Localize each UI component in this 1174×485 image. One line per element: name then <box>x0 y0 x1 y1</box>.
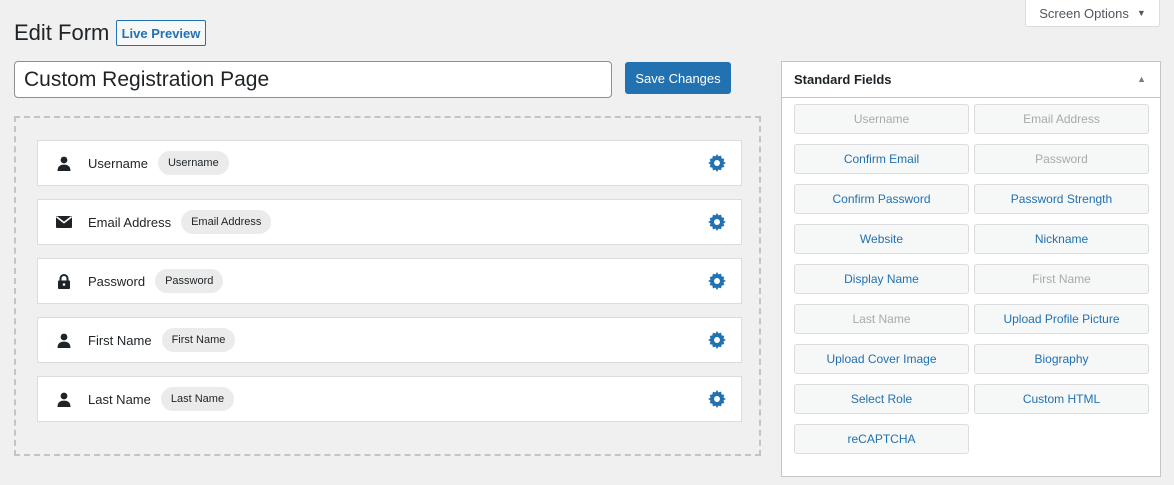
page-title: Edit Form <box>14 20 110 45</box>
field-meta-pill: Email Address <box>181 210 272 234</box>
form-title-input[interactable] <box>14 61 612 98</box>
field-row-last-name[interactable]: Last Name Last Name <box>37 376 742 422</box>
user-icon <box>56 155 72 171</box>
field-label: Username <box>88 155 148 171</box>
field-meta-pill: Username <box>157 151 229 175</box>
user-icon <box>56 391 72 407</box>
standard-field-confirm-password-button[interactable]: Confirm Password <box>794 184 969 214</box>
field-label: Email Address <box>88 214 172 230</box>
field-meta-pill: Last Name <box>160 387 235 411</box>
gear-icon[interactable] <box>708 390 726 408</box>
standard-field-upload-cover-image-button[interactable]: Upload Cover Image <box>794 344 969 374</box>
standard-field-confirm-email-button[interactable]: Confirm Email <box>794 144 969 174</box>
standard-field-nickname-button[interactable]: Nickname <box>974 224 1149 254</box>
gear-icon[interactable] <box>708 154 726 172</box>
standard-field-last-name-button: Last Name <box>794 304 969 334</box>
gear-icon[interactable] <box>708 272 726 290</box>
collapse-arrow-icon[interactable]: ▲ <box>1137 74 1146 84</box>
field-meta-pill: Password <box>155 269 224 293</box>
screen-options-button[interactable]: Screen Options ▼ <box>1025 0 1160 27</box>
field-row-username[interactable]: Username Username <box>37 140 742 186</box>
gear-icon[interactable] <box>708 331 726 349</box>
field-label: Password <box>88 273 146 289</box>
standard-fields-panel: Standard Fields ▲ Username Email Address C… <box>781 61 1161 477</box>
form-builder-dropzone: Username Username Email Address Email Ad… <box>14 116 761 456</box>
standard-field-email-address-button: Email Address <box>974 104 1149 134</box>
field-label: First Name <box>88 332 152 348</box>
screen-options-label: Screen Options <box>1039 5 1129 21</box>
standard-field-upload-profile-picture-button[interactable]: Upload Profile Picture <box>974 304 1149 334</box>
field-meta-pill: First Name <box>161 328 236 352</box>
user-icon <box>56 332 72 348</box>
standard-field-custom-html-button[interactable]: Custom HTML <box>974 384 1149 414</box>
standard-field-first-name-button: First Name <box>974 264 1149 294</box>
gear-icon[interactable] <box>708 213 726 231</box>
standard-field-biography-button[interactable]: Biography <box>974 344 1149 374</box>
standard-field-username-button: Username <box>794 104 969 134</box>
panel-header[interactable]: Standard Fields ▲ <box>782 62 1160 98</box>
standard-field-website-button[interactable]: Website <box>794 224 969 254</box>
caret-down-icon: ▼ <box>1136 8 1146 18</box>
standard-field-display-name-button[interactable]: Display Name <box>794 264 969 294</box>
live-preview-button[interactable]: Live Preview <box>116 20 206 46</box>
field-row-password[interactable]: Password Password <box>37 258 742 304</box>
save-changes-button[interactable]: Save Changes <box>625 62 731 94</box>
field-label: Last Name <box>88 391 151 407</box>
standard-field-password-button: Password <box>974 144 1149 174</box>
standard-field-recaptcha-button[interactable]: reCAPTCHA <box>794 424 969 454</box>
email-icon <box>56 214 72 230</box>
field-row-email[interactable]: Email Address Email Address <box>37 199 742 245</box>
field-row-first-name[interactable]: First Name First Name <box>37 317 742 363</box>
lock-icon <box>56 273 72 289</box>
standard-field-select-role-button[interactable]: Select Role <box>794 384 969 414</box>
standard-field-password-strength-button[interactable]: Password Strength <box>974 184 1149 214</box>
panel-title: Standard Fields <box>794 72 892 87</box>
